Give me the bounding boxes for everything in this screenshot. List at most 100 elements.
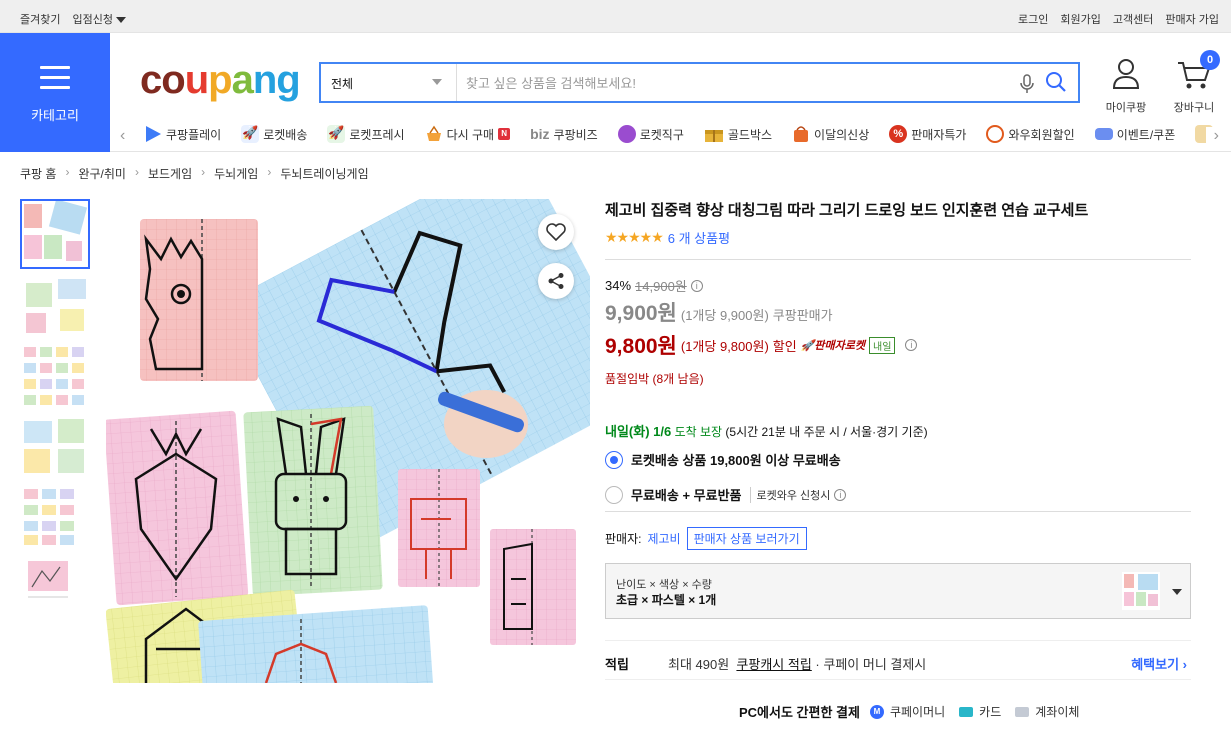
original-price: 14,900원: [635, 279, 687, 294]
product-info: 제고비 집중력 향상 대칭그림 따라 그리기 드로잉 보드 인지훈련 연습 교구…: [605, 199, 1191, 504]
chevron-down-icon: [432, 79, 442, 85]
sale-price: 9,800원: [605, 335, 677, 358]
coupang-cash-link[interactable]: 쿠팡캐시 적립: [736, 657, 811, 672]
product-title: 제고비 집중력 향상 대칭그림 따라 그리기 드로잉 보드 인지훈련 연습 교구…: [605, 202, 1089, 219]
bank-transfer-icon: [1015, 706, 1030, 717]
option-value: 초급 × 파스텔 × 1개: [616, 593, 717, 607]
breadcrumb-item[interactable]: 쿠팡 홈: [20, 165, 56, 182]
coupang-logo[interactable]: coupang: [140, 60, 301, 100]
shortcut-buy-again[interactable]: 다시 구매 N: [425, 125, 511, 143]
shortcut-goldbox[interactable]: 골드박스: [704, 125, 772, 143]
product-thumbnail[interactable]: [20, 199, 90, 269]
shortcut-label: 쿠팡플레이: [166, 127, 222, 142]
divider: [605, 259, 1191, 260]
shortcut-events-coupons[interactable]: 이벤트/쿠폰: [1094, 125, 1176, 143]
info-icon[interactable]: i: [690, 279, 703, 292]
shortcut-label: 로켓직구: [639, 127, 684, 142]
coupon-icon: [1094, 128, 1113, 140]
coupang-price-label: 쿠팡판매가: [772, 308, 833, 323]
star-rating-icon: ★★★★★: [605, 229, 664, 245]
delivery-condition: (5시간 21분 내 주문 시 / 서울·경기 기준): [725, 425, 928, 439]
my-coupang-label: 마이쿠팡: [1105, 102, 1147, 114]
seller-signup-link[interactable]: 판매자 가입: [1165, 11, 1219, 27]
vendor-apply-label: 입점신청: [72, 14, 113, 26]
product-thumbnail[interactable]: [20, 269, 90, 339]
search-scope-select[interactable]: 전체: [321, 64, 457, 101]
rating-row[interactable]: ★★★★★ 6 개 상품평: [605, 228, 1191, 247]
card-icon: [959, 706, 974, 717]
product-main-image[interactable]: [106, 199, 590, 683]
search-input[interactable]: [466, 72, 1006, 94]
shortcut-label: 이달의신상: [814, 127, 870, 142]
breadcrumb-item[interactable]: 보드게임: [148, 165, 192, 182]
reward-text: 최대 490원 쿠팡캐시 적립 · 쿠페이 머니 결제시: [668, 654, 926, 673]
coupang-price: 9,900원: [605, 302, 677, 325]
shortcut-new-arrivals[interactable]: 이달의신상: [792, 125, 869, 143]
option-thumbnail: [1122, 572, 1160, 610]
info-icon[interactable]: i: [905, 339, 918, 351]
chevron-left-icon[interactable]: ‹: [120, 127, 125, 145]
seller-name-link[interactable]: 제고비: [647, 530, 680, 547]
chevron-right-icon[interactable]: ›: [1205, 127, 1219, 145]
shortcut-label: 쿠팡비즈: [553, 127, 598, 142]
shortcut-coupang-play[interactable]: 쿠팡플레이: [144, 125, 221, 143]
shortcut-label: 이벤트/쿠폰: [1116, 127, 1176, 142]
shipping-option-free-return[interactable]: 무료배송 + 무료반품 로켓와우 신청시 i: [605, 485, 1191, 504]
discount-row: 34% 14,900원 i: [605, 276, 1191, 295]
benefits-link[interactable]: 혜택보기 ›: [1131, 654, 1187, 673]
breadcrumb-item[interactable]: 완구/취미: [78, 165, 126, 182]
breadcrumb-item[interactable]: 두뇌트레이닝게임: [280, 165, 368, 182]
chevron-right-icon: ›: [65, 165, 70, 179]
reward-row: 적립 최대 490원 쿠팡캐시 적립 · 쿠페이 머니 결제시 혜택보기 ›: [605, 640, 1191, 680]
radio-unselected[interactable]: [605, 485, 623, 504]
product-thumbnail[interactable]: [20, 409, 90, 479]
product-thumbnail[interactable]: [20, 549, 90, 619]
share-button[interactable]: [538, 263, 574, 299]
product-thumbnail[interactable]: [20, 339, 90, 409]
reward-amount: 최대 490원: [668, 657, 730, 672]
product-image-illustration: [106, 199, 590, 683]
shortcut-seller-deals[interactable]: % 판매자특가: [889, 125, 966, 143]
option-select[interactable]: 난이도 × 색상 × 수량 초급 × 파스텔 × 1개: [605, 563, 1191, 619]
shortcut-wow-discount[interactable]: 와우회원할인: [986, 125, 1075, 143]
seller-rocket-badge: 🚀판매자로켓: [800, 340, 866, 352]
shortcut-label: 다시 구매: [446, 127, 495, 142]
shipping-option-rocket[interactable]: 로켓배송 상품 19,800원 이상 무료배송: [605, 450, 1191, 469]
reward-condition: · 쿠페이 머니 결제시: [815, 657, 927, 672]
utility-bar: 즐겨찾기 입점신청 로그인 회원가입 고객센터 판매자 가입: [0, 0, 1231, 33]
customer-center-link[interactable]: 고객센터: [1113, 11, 1153, 27]
globe-icon: [617, 125, 636, 143]
shortcut-label: 판매자특가: [911, 127, 967, 142]
cart-label: 장바구니: [1173, 102, 1215, 114]
shortcut-rocket-fresh[interactable]: 🚀 로켓프레시: [327, 125, 405, 143]
signup-link[interactable]: 회원가입: [1060, 11, 1100, 27]
payment-money-label: 쿠페이머니: [889, 705, 946, 719]
bookmark-link[interactable]: 즐겨찾기: [20, 11, 60, 27]
wishlist-button[interactable]: [538, 214, 574, 250]
info-icon[interactable]: i: [834, 488, 847, 501]
coupang-unit-price: (1개당 9,900원): [680, 308, 769, 323]
shortcut-rocket-global[interactable]: 로켓직구: [617, 125, 684, 143]
my-coupang-button[interactable]: 마이쿠팡: [1104, 58, 1148, 115]
seller-products-button[interactable]: 판매자 상품 보러가기: [686, 527, 807, 550]
microphone-icon[interactable]: [1019, 74, 1035, 94]
vendor-apply-menu[interactable]: 입점신청: [72, 11, 126, 27]
review-count-link[interactable]: 6 개 상품평: [668, 228, 730, 247]
thumbnail-list: [20, 199, 90, 619]
category-button[interactable]: 카테고리: [0, 33, 110, 152]
payment-title: PC에서도 간편한 결제: [739, 705, 860, 720]
shortcut-label: 로켓프레시: [349, 127, 405, 142]
shortcut-rocket-delivery[interactable]: 🚀 로켓배송: [241, 125, 307, 143]
shortcut-coupang-biz[interactable]: biz 쿠팡비즈: [530, 125, 598, 143]
new-badge-icon: N: [498, 128, 511, 140]
login-link[interactable]: 로그인: [1018, 11, 1048, 27]
search-icon[interactable]: [1045, 71, 1067, 93]
radio-selected[interactable]: [605, 450, 623, 469]
option-label: 난이도 × 색상 × 수량: [616, 579, 712, 591]
rocket-wow-label: 로켓와우 신청시: [756, 489, 831, 502]
payment-card-label: 카드: [979, 705, 1002, 719]
breadcrumb-item[interactable]: 두뇌게임: [214, 165, 258, 182]
cart-count-badge: 0: [1200, 50, 1220, 70]
divider: [605, 511, 1191, 512]
product-thumbnail[interactable]: [20, 479, 90, 549]
